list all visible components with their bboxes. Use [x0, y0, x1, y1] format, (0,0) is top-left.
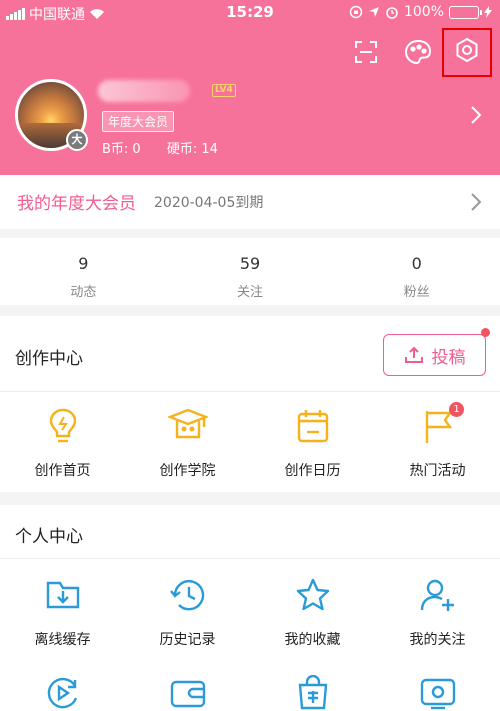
- creation-item-events[interactable]: 1 热门活动: [375, 402, 500, 480]
- profile-header: 中国联通 15:29 100% 大 LV4 年度大会员 B币: 0 硬币: 14: [0, 0, 500, 175]
- stat-label: 关注: [237, 285, 264, 300]
- creation-item-label: 热门活动: [409, 463, 466, 479]
- stat-value: 0: [411, 254, 422, 273]
- star-icon: [296, 578, 329, 611]
- charging-icon: [484, 6, 492, 18]
- stat-dynamics[interactable]: 9 动态: [0, 238, 167, 305]
- battery-percent: 100%: [403, 4, 444, 20]
- section-title: 个人中心: [15, 527, 83, 547]
- battery-icon: [449, 5, 482, 19]
- level-badge: LV4: [212, 84, 236, 97]
- stat-value: 59: [239, 254, 261, 273]
- upload-icon: [404, 346, 423, 363]
- personal-item-label: 离线缓存: [34, 632, 91, 648]
- creation-item-label: 创作日历: [284, 463, 341, 479]
- calendar-icon: [297, 410, 328, 443]
- section-title: 创作中心: [15, 349, 83, 369]
- stat-label: 动态: [70, 285, 97, 300]
- personal-item-label: 历史记录: [159, 632, 216, 648]
- chevron-right-icon[interactable]: [470, 105, 482, 125]
- personal-item-history[interactable]: 历史记录: [125, 575, 250, 649]
- personal-grid: 离线缓存 历史记录 我的收藏 我的关注: [0, 559, 500, 649]
- graduation-cap-icon: [167, 408, 208, 439]
- status-bar: 中国联通 15:29 100%: [0, 0, 500, 26]
- personal-item-label: 我的关注: [409, 632, 466, 648]
- stats-bar: 9 动态 59 关注 0 粉丝: [0, 238, 500, 305]
- personal-item-tv[interactable]: [375, 673, 500, 711]
- personal-center-header: 个人中心: [0, 505, 500, 559]
- username-blurred[interactable]: [98, 80, 190, 102]
- vip-title: 我的年度大会员: [17, 194, 136, 214]
- personal-item-label: 我的收藏: [284, 632, 341, 648]
- personal-item-offline[interactable]: 离线缓存: [0, 575, 125, 649]
- hard-coin-label: 硬币: 14: [166, 142, 218, 157]
- coin-info: B币: 0 硬币: 14: [102, 138, 240, 157]
- tv-icon: [420, 678, 455, 710]
- scan-icon[interactable]: [348, 34, 384, 70]
- personal-item-wallet[interactable]: [125, 673, 250, 711]
- creation-item-label: 创作学院: [159, 463, 216, 479]
- notification-badge: 1: [449, 402, 464, 417]
- personal-grid-row2: [0, 649, 500, 711]
- vip-expiry: 2020-04-05到期: [154, 195, 264, 211]
- settings-highlight-box: [442, 28, 492, 77]
- lock-rotation-icon: [349, 5, 363, 19]
- alarm-icon: [386, 7, 398, 19]
- creation-item-home[interactable]: 创作首页: [0, 406, 125, 480]
- palette-icon[interactable]: [400, 34, 436, 70]
- avatar-vip-badge: 大: [66, 129, 88, 151]
- creation-item-academy[interactable]: 创作学院: [125, 406, 250, 480]
- upload-label: 投稿: [431, 347, 466, 368]
- stat-label: 粉丝: [403, 285, 430, 300]
- chevron-right-icon: [471, 193, 482, 211]
- wallet-icon: [170, 680, 205, 708]
- personal-item-following[interactable]: 我的关注: [375, 575, 500, 649]
- location-icon: [368, 7, 379, 17]
- stat-following[interactable]: 59 关注: [167, 238, 334, 305]
- stat-value: 9: [78, 254, 89, 273]
- lightbulb-icon: [49, 408, 76, 443]
- creation-grid: 创作首页 创作学院 创作日历 1 热门活动: [0, 392, 500, 480]
- shopping-bag-icon: [298, 675, 327, 710]
- upload-button[interactable]: 投稿: [383, 334, 486, 376]
- b-coin-label: B币: 0: [102, 142, 141, 157]
- upload-red-dot: [481, 328, 490, 337]
- creation-center-header: 创作中心 投稿: [0, 316, 500, 392]
- play-replay-icon: [47, 677, 77, 709]
- stat-fans[interactable]: 0 粉丝: [333, 238, 500, 305]
- creation-center-section: 创作中心 投稿 创作首页 创作学院 创作日历 1 热门活动: [0, 316, 500, 492]
- download-folder-icon: [46, 581, 79, 609]
- personal-item-shopping[interactable]: [250, 673, 375, 711]
- vip-tag: 年度大会员: [102, 111, 175, 132]
- vip-membership-row[interactable]: 我的年度大会员 2020-04-05到期: [0, 175, 500, 229]
- personal-item-favorites[interactable]: 我的收藏: [250, 575, 375, 649]
- status-right: 100%: [349, 4, 492, 20]
- personal-center-section: 个人中心 离线缓存 历史记录 我的收藏 我的关注: [0, 505, 500, 711]
- creation-item-label: 创作首页: [34, 463, 91, 479]
- personal-item-replay[interactable]: [0, 673, 125, 711]
- follow-user-icon: [420, 579, 454, 611]
- history-clock-icon: [169, 580, 204, 611]
- creation-item-calendar[interactable]: 创作日历: [250, 406, 375, 480]
